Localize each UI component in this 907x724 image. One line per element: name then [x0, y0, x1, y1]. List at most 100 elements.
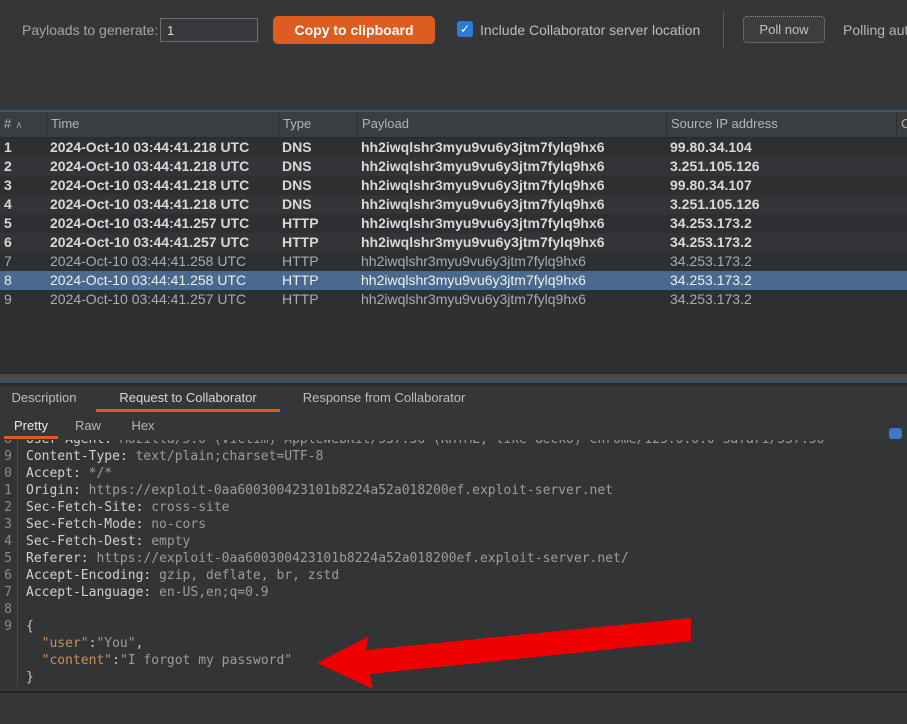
- column-header-payload[interactable]: Payload: [357, 112, 666, 137]
- request-editor[interactable]: 8User-Agent: Mozilla/5.0 (Victim) AppleW…: [0, 440, 907, 692]
- table-cell: 3.251.105.126: [666, 157, 896, 176]
- table-cell: DNS: [278, 176, 357, 195]
- table-cell: DNS: [278, 195, 357, 214]
- table-cell: HTTP: [278, 214, 357, 233]
- table-cell: 2024-Oct-10 03:44:41.258 UTC: [46, 252, 278, 271]
- table-cell: 4: [0, 195, 46, 214]
- table-cell: 3.251.105.126: [666, 195, 896, 214]
- tab-response-from-collaborator[interactable]: Response from Collaborator: [288, 386, 480, 412]
- table-cell: 6: [0, 233, 46, 252]
- editor-line: "user":"You",: [0, 635, 907, 652]
- editor-line: 4Sec-Fetch-Dest: empty: [0, 533, 907, 550]
- line-number: 7: [0, 584, 18, 601]
- table-cell: 1: [0, 138, 46, 157]
- detail-tabbar: Description Request to Collaborator Resp…: [0, 386, 907, 412]
- table-cell: 2024-Oct-10 03:44:41.257 UTC: [46, 214, 278, 233]
- search-statusbar: ? ← → 0 highlights: [0, 692, 907, 724]
- table-cell: HTTP: [278, 271, 357, 290]
- table-cell: 2: [0, 157, 46, 176]
- column-header-time[interactable]: Time: [46, 112, 278, 137]
- table-row[interactable]: 52024-Oct-10 03:44:41.257 UTCHTTPhh2iwql…: [0, 214, 907, 233]
- line-number: [0, 635, 18, 652]
- editor-line: 8User-Agent: Mozilla/5.0 (Victim) AppleW…: [0, 440, 907, 448]
- table-cell: hh2iwqlshr3myu9vu6y3jtm7fylq9hx6: [357, 176, 666, 195]
- table-cell: [896, 271, 907, 290]
- tab-description[interactable]: Description: [0, 386, 88, 412]
- table-cell: 2024-Oct-10 03:44:41.257 UTC: [46, 233, 278, 252]
- table-cell: 8: [0, 271, 46, 290]
- polling-status-label: Polling aut: [843, 22, 907, 38]
- line-number: 2: [0, 499, 18, 516]
- collab-table-body: 12024-Oct-10 03:44:41.218 UTCDNShh2iwqls…: [0, 138, 907, 373]
- table-row[interactable]: 12024-Oct-10 03:44:41.218 UTCDNShh2iwqls…: [0, 138, 907, 157]
- table-header-row: #∧ Time Type Payload Source IP address C: [0, 110, 907, 138]
- editor-line: }: [0, 669, 907, 686]
- table-cell: 9: [0, 290, 46, 309]
- poll-now-button[interactable]: Poll now: [743, 16, 825, 43]
- table-row[interactable]: 42024-Oct-10 03:44:41.218 UTCDNShh2iwqls…: [0, 195, 907, 214]
- line-number: 6: [0, 567, 18, 584]
- table-row[interactable]: 72024-Oct-10 03:44:41.258 UTCHTTPhh2iwql…: [0, 252, 907, 271]
- collaborator-client-window: Payloads to generate: Copy to clipboard …: [0, 0, 907, 724]
- table-row[interactable]: 82024-Oct-10 03:44:41.258 UTCHTTPhh2iwql…: [0, 271, 907, 290]
- include-server-location-checkbox[interactable]: ✓: [457, 21, 473, 37]
- table-cell: 34.253.173.2: [666, 252, 896, 271]
- table-cell: 2024-Oct-10 03:44:41.218 UTC: [46, 195, 278, 214]
- editor-line: 3Sec-Fetch-Mode: no-cors: [0, 516, 907, 533]
- view-tab-raw[interactable]: Raw: [72, 415, 104, 439]
- table-cell: 34.253.173.2: [666, 271, 896, 290]
- table-row[interactable]: 62024-Oct-10 03:44:41.257 UTCHTTPhh2iwql…: [0, 233, 907, 252]
- table-cell: 3: [0, 176, 46, 195]
- line-number: 4: [0, 533, 18, 550]
- table-cell: 34.253.173.2: [666, 233, 896, 252]
- horizontal-splitter[interactable]: [0, 373, 907, 386]
- table-cell: 99.80.34.104: [666, 138, 896, 157]
- table-cell: [896, 233, 907, 252]
- table-cell: [896, 214, 907, 233]
- editor-line: "content":"I forgot my password": [0, 652, 907, 669]
- line-number: 8: [0, 601, 18, 618]
- editor-line: 0Accept: */*: [0, 465, 907, 482]
- column-header-number[interactable]: #∧: [0, 112, 46, 137]
- line-number: [0, 669, 18, 686]
- collaborator-topbar: Payloads to generate: Copy to clipboard …: [0, 0, 907, 110]
- table-cell: HTTP: [278, 252, 357, 271]
- line-number: 9: [0, 448, 18, 465]
- table-row[interactable]: 92024-Oct-10 03:44:41.257 UTCHTTPhh2iwql…: [0, 290, 907, 309]
- column-header-type[interactable]: Type: [278, 112, 357, 137]
- payloads-count-input[interactable]: [160, 18, 258, 42]
- table-cell: 2024-Oct-10 03:44:41.257 UTC: [46, 290, 278, 309]
- table-cell: 2024-Oct-10 03:44:41.218 UTC: [46, 138, 278, 157]
- table-row[interactable]: 22024-Oct-10 03:44:41.218 UTCDNShh2iwqls…: [0, 157, 907, 176]
- table-cell: [896, 176, 907, 195]
- view-tab-hex[interactable]: Hex: [128, 415, 158, 439]
- table-cell: 2024-Oct-10 03:44:41.218 UTC: [46, 157, 278, 176]
- editor-line: 2Sec-Fetch-Site: cross-site: [0, 499, 907, 516]
- table-cell: DNS: [278, 138, 357, 157]
- editor-scroll-marker: [889, 428, 902, 439]
- view-tab-pretty[interactable]: Pretty: [10, 415, 52, 439]
- line-number: [0, 652, 18, 669]
- table-cell: 2024-Oct-10 03:44:41.218 UTC: [46, 176, 278, 195]
- table-cell: hh2iwqlshr3myu9vu6y3jtm7fylq9hx6: [357, 214, 666, 233]
- include-server-location-label: Include Collaborator server location: [480, 22, 700, 38]
- table-row[interactable]: 32024-Oct-10 03:44:41.218 UTCDNShh2iwqls…: [0, 176, 907, 195]
- table-cell: hh2iwqlshr3myu9vu6y3jtm7fylq9hx6: [357, 157, 666, 176]
- line-number: 0: [0, 465, 18, 482]
- line-number: 8: [0, 440, 18, 448]
- column-header-comment[interactable]: C: [896, 112, 907, 137]
- editor-line: 9Content-Type: text/plain;charset=UTF-8: [0, 448, 907, 465]
- column-header-source-ip[interactable]: Source IP address: [666, 112, 896, 137]
- editor-line: 6Accept-Encoding: gzip, deflate, br, zst…: [0, 567, 907, 584]
- copy-to-clipboard-button[interactable]: Copy to clipboard: [273, 16, 435, 44]
- table-cell: [896, 290, 907, 309]
- table-cell: hh2iwqlshr3myu9vu6y3jtm7fylq9hx6: [357, 271, 666, 290]
- table-cell: [896, 157, 907, 176]
- editor-line: 9{: [0, 618, 907, 635]
- line-number: 3: [0, 516, 18, 533]
- editor-lines: 8User-Agent: Mozilla/5.0 (Victim) AppleW…: [0, 440, 907, 686]
- editor-toolbar: Pretty Raw Hex \n: [0, 412, 907, 440]
- editor-line: 8: [0, 601, 907, 618]
- tab-request-to-collaborator[interactable]: Request to Collaborator: [88, 386, 288, 412]
- table-cell: [896, 138, 907, 157]
